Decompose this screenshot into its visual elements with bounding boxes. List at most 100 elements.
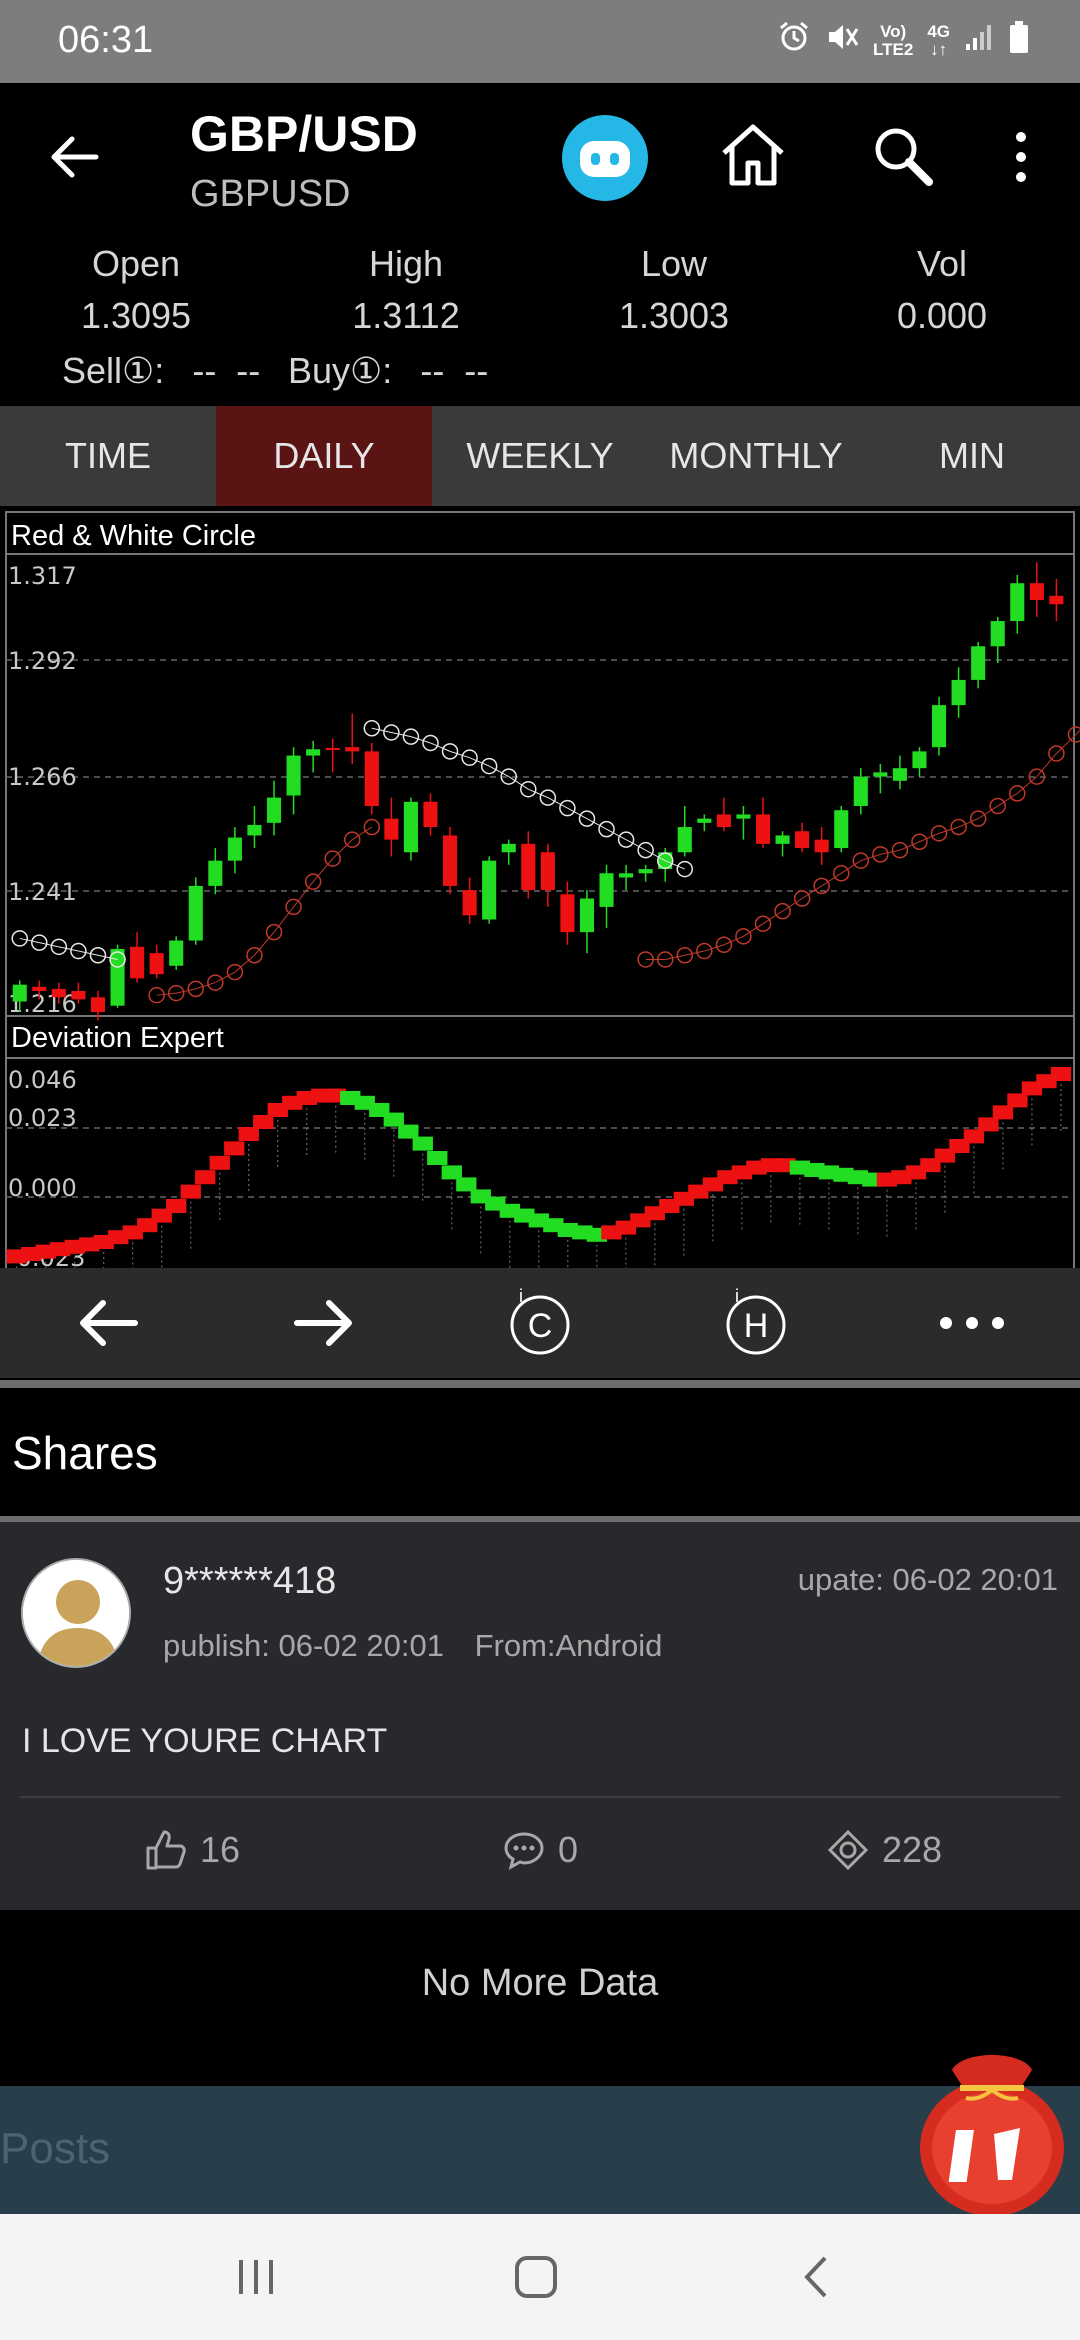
scroll-right-button[interactable] <box>216 1268 432 1378</box>
candle-body <box>599 873 614 907</box>
red-circle-marker-link <box>312 858 334 883</box>
white-circle-marker-link <box>547 797 568 809</box>
back-nav-button[interactable] <box>758 2214 878 2340</box>
candle-body <box>814 839 829 853</box>
candle-body <box>501 843 516 853</box>
white-circle-marker-link <box>449 750 470 759</box>
more-options-button[interactable] <box>1006 123 1036 193</box>
indicator-tick-label: 0.023 <box>8 1104 77 1132</box>
chart-h-button[interactable]: Hi <box>648 1268 864 1378</box>
symbol-code: GBPUSD <box>190 173 351 215</box>
recents-button[interactable] <box>196 2214 316 2340</box>
indicator-bar <box>963 1129 985 1144</box>
red-circle-marker-link <box>156 992 177 996</box>
stat-label: High <box>368 243 444 284</box>
sell-label: Sell①: <box>62 350 165 391</box>
stat-value: 1.3095 <box>80 295 192 336</box>
scroll-left-button[interactable] <box>0 1268 216 1378</box>
indicator-bar <box>253 1115 274 1129</box>
candle-body <box>462 890 477 916</box>
back-button[interactable] <box>44 127 104 187</box>
red-circle-marker-link <box>234 954 255 973</box>
white-circle-marker-link <box>78 950 99 956</box>
red-circle-marker-link <box>938 826 959 834</box>
post-publish-time: publish: 06-02 20:01 <box>163 1628 444 1663</box>
red-circle-marker-link <box>1016 776 1038 794</box>
red-circle-marker-link <box>293 881 314 908</box>
home-nav-button[interactable] <box>476 2214 596 2340</box>
like-button[interactable]: 16 <box>144 1828 240 1872</box>
post-content: I LOVE YOURE CHART <box>22 1722 388 1760</box>
price-tick-label: 1.292 <box>8 647 77 675</box>
candle-body <box>51 988 66 998</box>
tab-weekly[interactable]: WEEKLY <box>432 406 648 506</box>
shares-header: Shares <box>0 1388 1080 1516</box>
indicator-bar <box>412 1136 433 1151</box>
white-circle-marker-link <box>410 736 431 744</box>
price-tick-label: 1.266 <box>8 763 77 791</box>
main-panel-frame <box>5 511 1075 1268</box>
robot-icon <box>580 141 630 177</box>
shares-title: Shares <box>12 1427 158 1479</box>
views-indicator: 228 <box>826 1828 942 1872</box>
red-circle-marker-link <box>195 982 216 990</box>
more-horizontal-icon <box>940 1317 1004 1329</box>
candle-body <box>482 860 497 920</box>
indicator-bar <box>427 1151 448 1165</box>
search-button[interactable] <box>868 121 938 191</box>
svg-text:i: i <box>735 1288 739 1306</box>
indicator-bar <box>456 1177 477 1192</box>
indicator-tick-label: 0.046 <box>8 1066 77 1094</box>
candle-body <box>364 751 379 807</box>
left-arrow-icon <box>80 1300 138 1346</box>
battery-icon <box>1008 20 1030 62</box>
candle-body <box>266 797 282 823</box>
white-circle-marker <box>676 860 694 878</box>
red-circle-marker-link <box>176 988 196 994</box>
indicator-panel-title: Deviation Expert <box>11 1022 224 1054</box>
candle-body <box>306 749 321 756</box>
tab-time[interactable]: TIME <box>0 406 216 506</box>
sell-quote: Sell①: -- -- <box>62 350 260 392</box>
chart-c-button[interactable]: Ci <box>432 1268 648 1378</box>
more-vertical-icon <box>1016 132 1026 182</box>
red-envelope-button[interactable] <box>912 2030 1072 2220</box>
indicator-bar <box>978 1117 999 1132</box>
indicator-bar <box>195 1170 216 1185</box>
buy-value: -- -- <box>420 350 489 391</box>
tab-monthly[interactable]: MONTHLY <box>648 406 864 506</box>
thumbs-up-icon <box>146 1830 186 1870</box>
post-update-time: upate: 06-02 20:01 <box>797 1562 1058 1597</box>
chart-area[interactable]: Red & White Circle Deviation Expert 1.31… <box>0 506 1080 1268</box>
home-button[interactable] <box>718 119 788 189</box>
candle-body <box>540 852 555 891</box>
tab-daily[interactable]: DAILY <box>216 406 432 506</box>
candle-body <box>638 869 653 874</box>
avatar[interactable] <box>21 1558 131 1668</box>
post-card[interactable]: 9******418 upate: 06-02 20:01 publish: 0… <box>0 1522 1080 1910</box>
comment-button[interactable]: 0 <box>502 1828 578 1872</box>
signal-icon <box>964 22 994 60</box>
post-author[interactable]: 9******418 <box>163 1560 336 1603</box>
chart-svg[interactable]: Red & White Circle Deviation Expert 1.31… <box>0 506 1080 1268</box>
like-count: 16 <box>200 1829 241 1870</box>
stat-value: 0.000 <box>896 295 988 336</box>
chart-more-button[interactable] <box>864 1268 1080 1378</box>
white-circle-marker-link <box>391 731 412 738</box>
candle-body <box>697 818 712 823</box>
white-circle-marker-link <box>488 765 509 778</box>
white-circle-marker-link <box>19 937 40 944</box>
robot-button[interactable] <box>562 115 648 201</box>
candle-body <box>443 835 458 886</box>
white-circle-marker-link <box>371 727 392 733</box>
home-icon <box>722 124 784 186</box>
lte-label: LTE2 <box>873 40 914 59</box>
price-tick-label: 1.241 <box>8 878 77 906</box>
candle-body <box>931 705 947 748</box>
tab-min[interactable]: MIN <box>864 406 1080 506</box>
indicator-bar <box>992 1105 1014 1120</box>
candle-body <box>795 831 810 849</box>
eye-icon <box>827 1829 869 1871</box>
stat-open: Open 1.3095 <box>6 243 266 337</box>
candle-body <box>169 940 184 966</box>
